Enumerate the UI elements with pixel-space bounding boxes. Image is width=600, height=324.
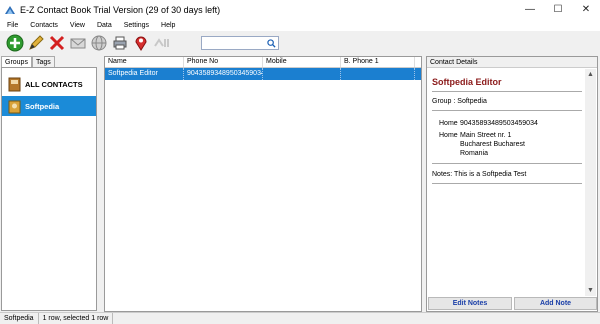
details-scrollbar[interactable]: ▲ ▼ <box>585 69 596 296</box>
minimize-button[interactable]: — <box>516 0 544 19</box>
menu-view[interactable]: View <box>65 22 90 29</box>
disabled-tools-icon <box>154 38 169 47</box>
contact-notes: Notes: This is a Softpedia Test <box>432 171 527 178</box>
map-button[interactable] <box>131 33 151 53</box>
address-line: Main Street nr. 1 <box>460 132 512 139</box>
group-label: ALL CONTACTS <box>25 79 83 89</box>
menu-file[interactable]: File <box>2 22 23 29</box>
column-header-name[interactable]: Name <box>105 57 184 67</box>
divider <box>432 163 582 164</box>
window-title: E-Z Contact Book Trial Version (29 of 30… <box>20 4 221 15</box>
phone-label: Home <box>439 120 458 127</box>
edit-notes-button[interactable]: Edit Notes <box>428 297 512 310</box>
delete-contact-button[interactable] <box>47 33 67 53</box>
add-note-button[interactable]: Add Note <box>514 297 597 310</box>
edit-icon <box>29 35 44 50</box>
group-list: ALL CONTACTS Softpedia <box>1 67 97 311</box>
status-bar: Softpedia 1 row, selected 1 row <box>0 312 600 324</box>
details-header: Contact Details <box>427 57 597 68</box>
column-header-phone[interactable]: Phone No <box>184 57 263 67</box>
address-line: Bucharest Bucharest <box>460 141 525 148</box>
more-options-button[interactable] <box>152 33 174 53</box>
menu-help[interactable]: Help <box>156 22 180 29</box>
contact-details-panel: Contact Details Softpedia Editor Group :… <box>426 56 598 312</box>
column-header-mobile[interactable]: Mobile <box>263 57 341 67</box>
status-summary: 1 row, selected 1 row <box>39 313 114 324</box>
column-header-bphone1[interactable]: B. Phone 1 <box>341 57 415 67</box>
group-all-contacts[interactable]: ALL CONTACTS <box>2 74 96 94</box>
add-contact-icon <box>6 34 24 52</box>
email-button[interactable] <box>68 33 88 53</box>
divider <box>432 110 582 111</box>
contact-group: Group : Softpedia <box>432 98 487 105</box>
contacts-grid: Name Phone No Mobile B. Phone 1 Softpedi… <box>104 56 422 312</box>
address-line: Romania <box>460 150 489 157</box>
web-button[interactable] <box>89 33 109 53</box>
group-folder-icon <box>8 100 21 113</box>
delete-icon <box>49 35 65 51</box>
cell-name: Softpedia Editor <box>105 68 184 80</box>
print-button[interactable] <box>110 33 130 53</box>
search-box <box>201 36 279 50</box>
group-label: Softpedia <box>25 101 60 111</box>
groups-panel: Groups Tags ALL CONTACTS Softpedia <box>1 56 100 312</box>
phone-value: 90435893489503459034 <box>460 120 538 127</box>
divider <box>432 91 582 92</box>
address-label: Home <box>439 132 458 139</box>
menu-contacts[interactable]: Contacts <box>25 22 63 29</box>
tab-groups[interactable]: Groups <box>1 56 32 67</box>
divider <box>432 183 582 184</box>
add-contact-button[interactable] <box>5 33 25 53</box>
web-icon <box>91 35 107 51</box>
edit-contact-button[interactable] <box>26 33 46 53</box>
app-logo-icon <box>5 5 15 14</box>
email-icon <box>70 38 86 49</box>
menu-bar: File Contacts View Data Settings Help <box>0 19 600 31</box>
scroll-up-icon[interactable]: ▲ <box>585 69 596 80</box>
table-row[interactable]: Softpedia Editor 904358934895034590​34 <box>105 68 421 80</box>
group-softpedia[interactable]: Softpedia <box>2 96 96 116</box>
toolbar <box>0 31 600 55</box>
status-group: Softpedia <box>0 313 39 324</box>
search-input[interactable] <box>204 38 266 48</box>
scroll-down-icon[interactable]: ▼ <box>585 285 596 296</box>
map-pin-icon <box>135 36 147 51</box>
contact-name: Softpedia Editor <box>432 77 502 87</box>
maximize-button[interactable]: ☐ <box>544 0 572 19</box>
close-button[interactable]: ✕ <box>572 0 600 19</box>
cell-phone: 904358934895034590​34 <box>184 68 263 80</box>
print-icon <box>113 36 127 50</box>
menu-data[interactable]: Data <box>92 22 117 29</box>
grid-header: Name Phone No Mobile B. Phone 1 <box>105 57 421 68</box>
cell-mobile <box>263 68 341 80</box>
cell-bphone1 <box>341 68 415 80</box>
address-book-icon <box>8 77 21 91</box>
menu-settings[interactable]: Settings <box>119 22 154 29</box>
tab-tags[interactable]: Tags <box>31 56 55 67</box>
search-icon[interactable] <box>267 38 276 48</box>
title-bar: E-Z Contact Book Trial Version (29 of 30… <box>0 0 600 19</box>
